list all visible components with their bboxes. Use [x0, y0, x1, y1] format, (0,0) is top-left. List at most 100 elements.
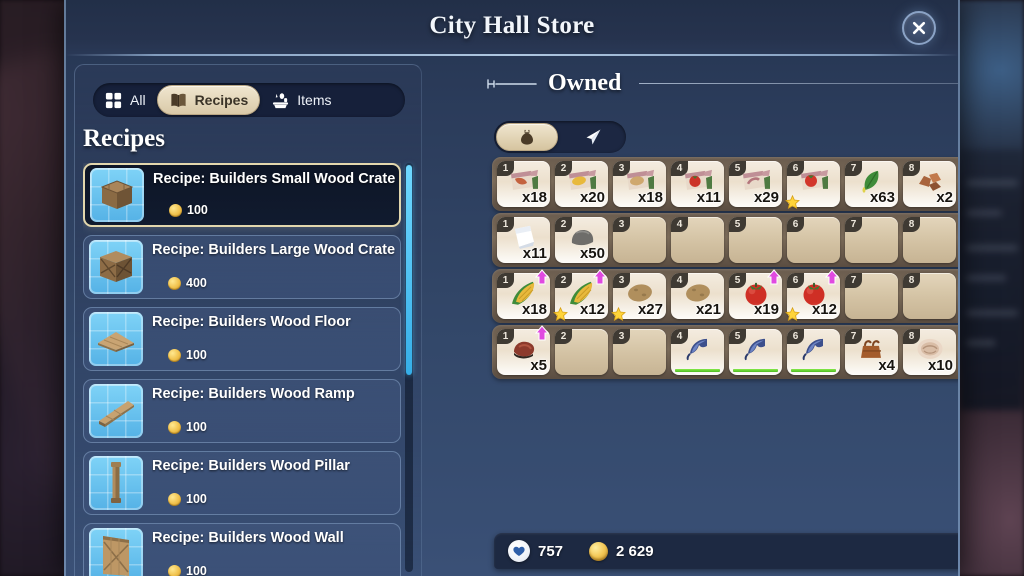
item-icon: [740, 335, 772, 368]
inventory-row: 1 x18 2 x20 3 x18 4 x11 5 x29 6 7 x63 8 …: [492, 157, 958, 211]
inventory-slot[interactable]: 6: [787, 329, 840, 375]
inventory-slot[interactable]: 5 x19: [729, 269, 782, 319]
money-bag-icon: [521, 129, 533, 145]
inventory-slot[interactable]: 1 x5: [497, 325, 550, 375]
inventory-slot[interactable]: 6: [785, 161, 840, 209]
recipe-list-item[interactable]: Recipe: Builders Wood Pillar 100: [83, 451, 401, 515]
slot-quantity: x63: [869, 189, 895, 206]
currency-bar: 757 2 629: [494, 533, 958, 569]
recipe-name: Recipe: Builders Large Wood Crate: [152, 242, 396, 258]
item-icon: [682, 335, 714, 368]
inventory-slot[interactable]: 5 x29: [729, 161, 782, 207]
inventory-slot[interactable]: 1 x18: [497, 161, 550, 207]
recipe-price: 100: [168, 420, 207, 434]
item-icon: [798, 335, 830, 368]
inventory-slot[interactable]: 2 x20: [555, 161, 608, 207]
inventory-slot[interactable]: 4 x11: [671, 161, 724, 207]
inventory-row: 1 x5 2 3 4 5 6 7 x4 8 x10: [492, 325, 958, 379]
recipe-thumbnail: [89, 528, 143, 576]
inventory-slot[interactable]: 3 x18: [613, 161, 666, 207]
durability-bar: [791, 369, 836, 372]
paper-plane-icon: [586, 129, 601, 145]
recipe-list-item[interactable]: Recipe: Builders Wood Wall 100: [83, 523, 401, 576]
upgrade-badge: [534, 269, 550, 285]
recipe-list-item[interactable]: Recipe: Builders Wood Floor 100: [83, 307, 401, 371]
recipe-list[interactable]: Recipe: Builders Small Wood Crate 100 Re…: [83, 163, 401, 576]
slot-quantity: x29: [753, 189, 779, 206]
recipe-price: 400: [168, 276, 207, 290]
slot-quantity: x2: [936, 189, 953, 206]
inventory-slot[interactable]: 4 x21: [671, 273, 724, 319]
slot-quantity: x27: [637, 301, 663, 318]
recipe-meta: Recipe: Builders Wood Floor 100: [143, 308, 400, 370]
inventory-slot[interactable]: 2 x12: [553, 269, 608, 321]
city-hall-store-window: City Hall Store All Recipes Items Recipe…: [64, 0, 960, 576]
gem-count: 757: [538, 542, 564, 560]
durability-bar: [733, 369, 778, 372]
slot-quantity: x18: [521, 301, 547, 318]
inventory-slot[interactable]: 5: [729, 329, 782, 375]
inventory-slot[interactable]: 8 x10: [903, 329, 956, 375]
inventory-slot[interactable]: 7 x4: [845, 329, 898, 375]
recipe-price: 100: [168, 564, 207, 576]
slot-quantity: x20: [579, 189, 605, 206]
recipe-list-scrollbar-thumb[interactable]: [406, 165, 412, 375]
filter-money-bag[interactable]: [496, 123, 558, 151]
owned-inventory-grid[interactable]: 1 x18 2 x20 3 x18 4 x11 5 x29 6 7 x63 8 …: [492, 157, 958, 381]
slot-quantity: x12: [811, 301, 837, 318]
inventory-slot[interactable]: 8: [903, 217, 956, 263]
filter-paper-plane[interactable]: [562, 123, 624, 151]
recipe-price-value: 400: [186, 276, 207, 290]
tab-recipes[interactable]: Recipes: [156, 85, 261, 115]
recipe-meta: Recipe: Builders Small Wood Crate 100: [144, 165, 399, 225]
inventory-slot[interactable]: 4: [671, 329, 724, 375]
favorite-star-icon: [785, 194, 800, 209]
inventory-slot[interactable]: 2: [555, 329, 608, 375]
slot-quantity: x12: [579, 301, 605, 318]
slot-index: 8: [903, 273, 920, 288]
recipe-list-scrollbar-track[interactable]: [405, 163, 413, 572]
inventory-slot[interactable]: 3: [613, 217, 666, 263]
owned-section-header: Owned: [486, 70, 958, 97]
coin-icon: [168, 420, 181, 434]
tab-items[interactable]: Items: [260, 85, 342, 115]
tab-recipes-label: Recipes: [194, 92, 249, 108]
recipe-list-item[interactable]: Recipe: Builders Small Wood Crate 100: [83, 163, 401, 227]
inventory-row: 1 x11 2 x50 3 4 5 6 7 8: [492, 213, 958, 267]
inventory-slot[interactable]: 2 x50: [555, 217, 608, 263]
inventory-slot[interactable]: 6 x12: [785, 269, 840, 321]
tab-all[interactable]: All: [93, 85, 157, 115]
recipe-thumbnail: [89, 456, 143, 510]
items-basket-icon: [273, 92, 289, 108]
gem-currency: 757: [508, 540, 563, 562]
close-button[interactable]: [902, 11, 936, 45]
recipe-list-item[interactable]: Recipe: Builders Wood Ramp 100: [83, 379, 401, 443]
recipe-price-value: 100: [186, 492, 207, 506]
recipe-price-value: 100: [186, 420, 207, 434]
window-title-bar: City Hall Store: [66, 0, 958, 56]
category-tab-bar: All Recipes Items: [93, 83, 405, 117]
inventory-slot[interactable]: 7: [845, 217, 898, 263]
inventory-slot[interactable]: 7 x63: [845, 161, 898, 207]
inventory-slot[interactable]: 8: [903, 273, 956, 319]
inventory-slot[interactable]: 3 x27: [611, 273, 666, 321]
inventory-slot[interactable]: 7: [845, 273, 898, 319]
inventory-slot[interactable]: 8 x2: [903, 161, 956, 207]
recipe-list-item[interactable]: Recipe: Builders Large Wood Crate 400: [83, 235, 401, 299]
inventory-slot[interactable]: 6: [787, 217, 840, 263]
owned-filter-toggle: [494, 121, 626, 153]
section-heading-recipes: Recipes: [83, 125, 165, 152]
recipe-meta: Recipe: Builders Large Wood Crate 400: [143, 236, 400, 298]
slot-quantity: x18: [637, 189, 663, 206]
inventory-slot[interactable]: 3: [613, 329, 666, 375]
page-title: City Hall Store: [429, 12, 595, 39]
inventory-slot[interactable]: 1 x18: [497, 269, 550, 319]
inventory-slot[interactable]: 4: [671, 217, 724, 263]
recipe-meta: Recipe: Builders Wood Pillar 100: [143, 452, 400, 514]
tab-all-label: All: [130, 92, 146, 108]
slot-index: 5: [729, 217, 746, 232]
inventory-slot[interactable]: 5: [729, 217, 782, 263]
upgrade-arrow-icon: [534, 269, 550, 285]
inventory-slot[interactable]: 1 x11: [497, 217, 550, 263]
slot-quantity: x4: [878, 357, 895, 374]
